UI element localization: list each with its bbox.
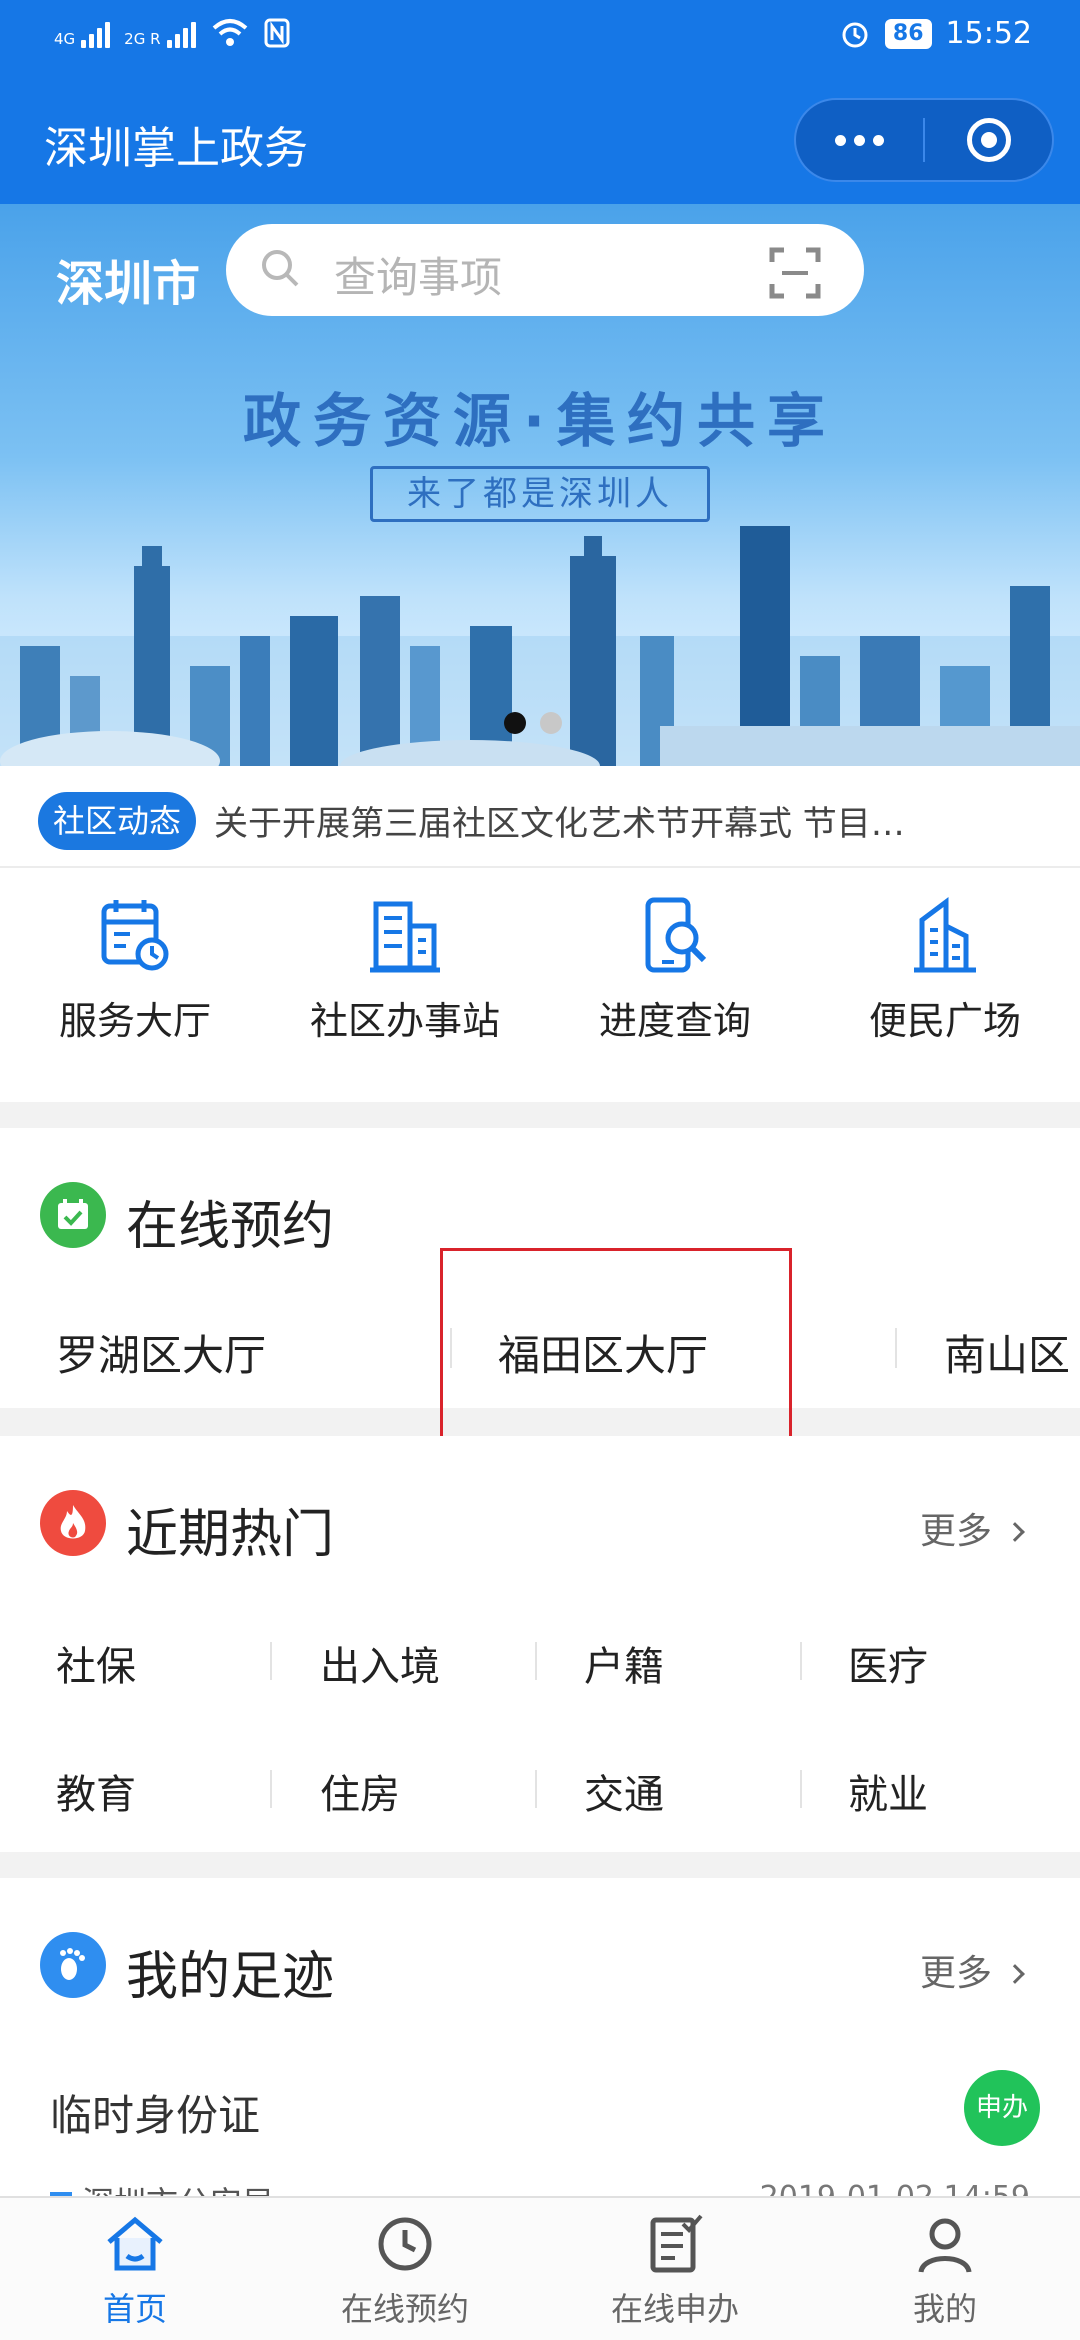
status-bar: 4G 2G R 86 15:52 — [0, 0, 1080, 72]
banner[interactable]: 深圳市 查询事项 政务资源·集约共享 来了都是深圳人 — [0, 204, 1080, 766]
app-title: 深圳掌上政务 — [44, 123, 308, 174]
tab-online-booking[interactable]: 在线预约 — [270, 2212, 540, 2330]
chevron-right-icon — [1005, 1522, 1025, 1542]
signal-2g-icon: 2G R — [124, 22, 196, 48]
pager-dot — [540, 712, 562, 734]
hot-item[interactable]: 社保 — [56, 1634, 136, 1692]
search-icon — [262, 250, 299, 287]
tab-online-apply[interactable]: 在线申办 — [540, 2212, 810, 2330]
quick-panel: 社区动态 关于开展第三届社区文化艺术节开幕式 节目… 服务大厅 社区办事站 进度… — [0, 766, 1080, 1102]
document-edit-icon — [650, 2214, 703, 2273]
tile-label: 服务大厅 — [58, 999, 211, 1043]
hall-luohu[interactable]: 罗湖区大厅 — [56, 1322, 266, 1383]
hot-item[interactable]: 就业 — [848, 1762, 928, 1820]
tab-label: 首页 — [102, 2290, 167, 2328]
tab-label: 在线预约 — [340, 2290, 469, 2328]
footprint-icon — [40, 1932, 106, 1998]
news-tag[interactable]: 社区动态 — [38, 792, 196, 850]
section-title: 近期热门 — [126, 1505, 335, 1565]
highlight-box — [440, 1248, 792, 1446]
battery-indicator: 86 — [884, 18, 932, 49]
tower-icon — [914, 897, 976, 973]
home-icon — [107, 2216, 163, 2271]
bottom-tab-bar: 首页 在线预约 在线申办 我的 — [0, 2196, 1080, 2340]
wifi-icon — [212, 19, 247, 46]
tab-home[interactable]: 首页 — [0, 2212, 270, 2330]
more-menu-button[interactable] — [796, 100, 923, 180]
scan-icon[interactable] — [768, 246, 822, 300]
hot-item[interactable]: 医疗 — [848, 1634, 928, 1692]
tile-label: 社区办事站 — [309, 999, 500, 1043]
hot-item[interactable]: 出入境 — [320, 1634, 440, 1692]
tab-mine[interactable]: 我的 — [810, 2212, 1080, 2330]
phone-search-icon — [645, 897, 707, 973]
section-title: 我的足迹 — [126, 1947, 335, 2007]
pager-dot-active — [504, 712, 526, 734]
search-bar[interactable]: 查询事项 — [226, 224, 864, 316]
hot-item[interactable]: 教育 — [56, 1762, 136, 1820]
calendar-check-icon — [40, 1182, 106, 1248]
banner-sub-slogan: 来了都是深圳人 — [370, 466, 710, 522]
banner-slogan: 政务资源·集约共享 — [242, 387, 838, 455]
city-selector[interactable]: 深圳市 — [56, 244, 200, 314]
hot-topics-section: 近期热门 更多 社保 出入境 户籍 医疗 教育 住房 交通 就业 — [0, 1436, 1080, 1852]
news-headline[interactable]: 关于开展第三届社区文化艺术节开幕式 节目… — [214, 796, 905, 845]
apply-badge[interactable]: 申办 — [964, 2070, 1040, 2146]
tile-label: 进度查询 — [598, 999, 751, 1043]
more-dots-icon — [835, 134, 884, 146]
alarm-icon — [842, 22, 868, 47]
footprint-entry-date: 2019-01-02 14:59 — [760, 2180, 1030, 2196]
tile-convenience-plaza[interactable]: 便民广场 — [810, 896, 1080, 1045]
search-placeholder: 查询事项 — [334, 253, 503, 302]
building-icon — [370, 901, 440, 973]
chevron-right-icon — [1005, 1964, 1025, 1984]
banner-pager — [504, 712, 562, 734]
miniprogram-capsule — [794, 98, 1054, 182]
nfc-icon — [264, 18, 290, 48]
hall-nanshan[interactable]: 南山区 — [944, 1322, 1070, 1383]
hot-item[interactable]: 交通 — [584, 1762, 664, 1820]
footprints-section: 我的足迹 更多 临时身份证 申办 深圳市公安局 2019-01-02 14:59 — [0, 1878, 1080, 2196]
tile-service-hall[interactable]: 服务大厅 — [0, 896, 270, 1045]
calendar-clock-icon — [101, 900, 169, 971]
footprint-entry-sub: 深圳市公安局 — [50, 2178, 274, 2196]
tile-progress-query[interactable]: 进度查询 — [540, 896, 810, 1045]
tile-label: 便民广场 — [868, 999, 1021, 1043]
hot-item[interactable]: 住房 — [320, 1762, 400, 1820]
hot-more-link[interactable]: 更多 — [920, 1502, 1025, 1554]
target-icon — [966, 118, 1011, 162]
tile-community-station[interactable]: 社区办事站 — [270, 896, 540, 1045]
footprint-entry-title[interactable]: 临时身份证 — [50, 2082, 260, 2143]
tab-label: 我的 — [912, 2290, 977, 2328]
clock: 15:52 — [945, 16, 1032, 51]
tab-label: 在线申办 — [610, 2290, 739, 2328]
clock-icon — [378, 2217, 432, 2271]
title-bar: 深圳掌上政务 — [0, 72, 1080, 204]
hot-item[interactable]: 户籍 — [584, 1634, 664, 1692]
close-miniprogram-button[interactable] — [925, 100, 1052, 180]
flame-icon — [40, 1490, 106, 1556]
signal-4g-icon: 4G — [54, 22, 111, 48]
section-title: 在线预约 — [126, 1197, 335, 1257]
user-icon — [918, 2218, 972, 2273]
footprints-more-link[interactable]: 更多 — [920, 1944, 1025, 1996]
